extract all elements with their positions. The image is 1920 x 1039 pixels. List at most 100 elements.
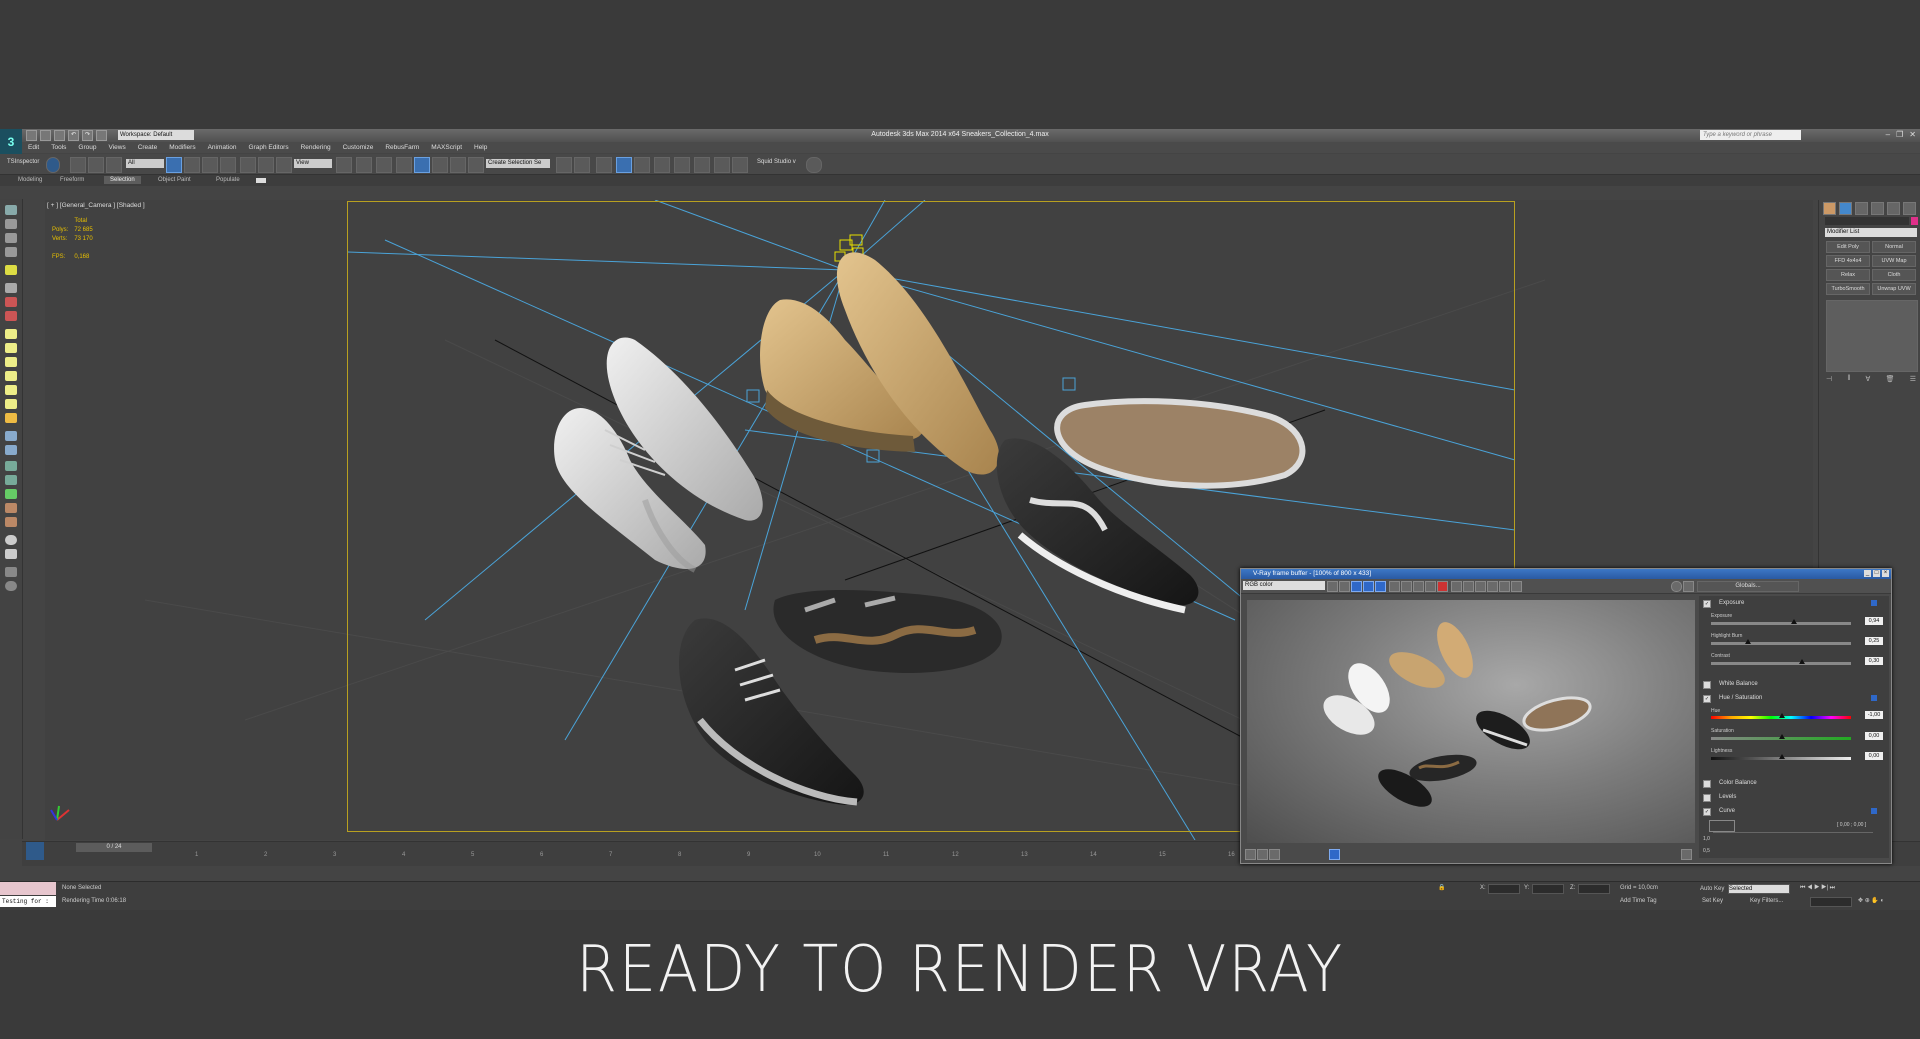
save-image-icon[interactable]	[1327, 581, 1338, 592]
color-balance-checkbox[interactable]	[1703, 780, 1711, 788]
history-icon[interactable]	[1671, 581, 1682, 592]
yellow-panel-icon[interactable]	[5, 329, 17, 339]
daylight-icon[interactable]	[5, 413, 17, 423]
exposure-slider[interactable]	[1711, 619, 1851, 625]
highlight-slider-knob[interactable]	[1745, 639, 1751, 644]
exposure-checkbox[interactable]: ✓	[1703, 600, 1711, 608]
highlight-burn-slider[interactable]	[1711, 639, 1851, 645]
hue-value[interactable]: -1,00	[1865, 711, 1883, 719]
curve-section[interactable]: ✓ Curve	[1703, 806, 1885, 816]
contrast-value[interactable]: 0,30	[1865, 657, 1883, 665]
set-key-button[interactable]: Set Key	[1702, 898, 1723, 904]
menu-maxscript[interactable]: MAXScript	[425, 142, 468, 153]
vfb-maximize-icon[interactable]: □	[1873, 570, 1880, 577]
skylight-icon[interactable]	[5, 399, 17, 409]
tsinspector-label[interactable]: TSInspector	[7, 159, 39, 165]
list-icon[interactable]	[5, 233, 17, 243]
grid-icon[interactable]	[5, 247, 17, 257]
graphite-ribbon-icon[interactable]	[616, 157, 632, 173]
cloth-button[interactable]: Cloth	[1872, 269, 1916, 281]
unwrap-uvw-button[interactable]: Unwrap UVW	[1872, 283, 1916, 295]
tab-modeling[interactable]: Modeling	[18, 177, 42, 183]
open-file-icon[interactable]	[40, 130, 51, 141]
relax-button[interactable]: Relax	[1826, 269, 1870, 281]
globe-icon[interactable]	[5, 535, 17, 545]
spinner-snap-icon[interactable]	[450, 157, 466, 173]
curve-editor-icon[interactable]	[634, 157, 650, 173]
ribbon-toggle-icon[interactable]	[256, 178, 266, 183]
show-end-result-icon[interactable]: ‖	[1847, 375, 1850, 383]
teapot-icon[interactable]	[5, 205, 17, 215]
menu-rebusfarm[interactable]: RebusFarm	[379, 142, 425, 153]
plant-icon[interactable]	[5, 489, 17, 499]
move-icon[interactable]	[240, 157, 256, 173]
camera-icon[interactable]	[5, 283, 17, 293]
squid-studio-label[interactable]: Squid Studio v	[757, 159, 796, 165]
color-corrections-icon[interactable]	[1245, 849, 1256, 860]
mirror-icon[interactable]	[556, 157, 572, 173]
curve-options-icon[interactable]	[1871, 808, 1877, 814]
inspector-icon[interactable]	[46, 157, 60, 173]
squid-studio-icon[interactable]	[806, 157, 822, 173]
curve-toggle-icon[interactable]	[1257, 849, 1268, 860]
motion-tab-icon[interactable]	[1871, 202, 1884, 215]
menu-create[interactable]: Create	[132, 142, 164, 153]
restore-icon[interactable]: ❐	[1896, 130, 1903, 139]
menu-graph-editors[interactable]: Graph Editors	[243, 142, 295, 153]
blue-channel-icon[interactable]	[1375, 581, 1386, 592]
modifier-list-dropdown[interactable]: Modifier List	[1825, 228, 1917, 237]
highlight-burn-value[interactable]: 0,25	[1865, 637, 1883, 645]
exposure-toggle-icon[interactable]	[1269, 849, 1280, 860]
saturation-slider-knob[interactable]	[1779, 734, 1785, 739]
time-slider[interactable]: 0 / 24	[76, 843, 152, 852]
remove-modifier-icon[interactable]: 🗑	[1886, 375, 1895, 383]
redo-icon[interactable]: ↷	[82, 130, 93, 141]
tab-populate[interactable]: Populate	[216, 177, 240, 183]
omni-light-icon[interactable]	[5, 385, 17, 395]
copy-to-max-icon[interactable]	[1425, 581, 1436, 592]
lens-effects-icon[interactable]	[1511, 581, 1522, 592]
close-icon[interactable]: ✕	[1909, 130, 1916, 139]
green-channel-icon[interactable]	[1363, 581, 1374, 592]
window-crossing-icon[interactable]	[220, 157, 236, 173]
stamp-icon[interactable]	[1683, 581, 1694, 592]
link-icon[interactable]	[70, 157, 86, 173]
menu-views[interactable]: Views	[102, 142, 131, 153]
ffd-button[interactable]: FFD 4x4x4	[1826, 255, 1870, 267]
vfb-close-icon[interactable]: ×	[1882, 570, 1889, 577]
schematic-view-icon[interactable]	[654, 157, 670, 173]
menu-help[interactable]: Help	[468, 142, 493, 153]
lightness-value[interactable]: 0,00	[1865, 752, 1883, 760]
reference-coord-dropdown[interactable]: View	[294, 159, 332, 168]
modifier-stack[interactable]	[1826, 300, 1918, 372]
character-icon[interactable]	[5, 503, 17, 513]
white-balance-section[interactable]: White Balance	[1703, 679, 1885, 689]
search-input[interactable]: Type a keyword or phrase	[1700, 130, 1801, 140]
lightness-slider[interactable]	[1711, 754, 1851, 760]
panel-toggle-icon[interactable]	[1681, 849, 1692, 860]
vfb-minimize-icon[interactable]: _	[1864, 570, 1871, 577]
pin-stack-icon[interactable]: ⊣	[1826, 375, 1832, 383]
uvw-map-button[interactable]: UVW Map	[1872, 255, 1916, 267]
brick-icon[interactable]	[5, 517, 17, 527]
modify-tab-icon[interactable]	[1839, 202, 1852, 215]
save-to-file-icon[interactable]	[1413, 581, 1424, 592]
exposure-value[interactable]: 0,94	[1865, 617, 1883, 625]
selection-filter-dropdown[interactable]: All	[126, 159, 164, 168]
select-manipulate-icon[interactable]	[356, 157, 372, 173]
calculator-icon[interactable]	[5, 549, 17, 559]
hue-slider[interactable]	[1711, 713, 1851, 719]
document-icon[interactable]	[5, 567, 17, 577]
hierarchy-tab-icon[interactable]	[1855, 202, 1868, 215]
select-by-name-icon[interactable]	[184, 157, 200, 173]
app-logo-icon[interactable]: 3	[0, 129, 22, 155]
exposure-options-icon[interactable]	[1871, 600, 1877, 606]
hue-saturation-section[interactable]: ✓ Hue / Saturation	[1703, 693, 1885, 703]
menu-modifiers[interactable]: Modifiers	[163, 142, 201, 153]
clear-image-icon[interactable]	[1451, 581, 1462, 592]
load-image-icon[interactable]	[1339, 581, 1350, 592]
container-icon[interactable]	[5, 219, 17, 229]
stop-render-icon[interactable]	[1437, 581, 1448, 592]
edit-named-selection-icon[interactable]	[468, 157, 484, 173]
edit-poly-button[interactable]: Edit Poly	[1826, 241, 1870, 253]
